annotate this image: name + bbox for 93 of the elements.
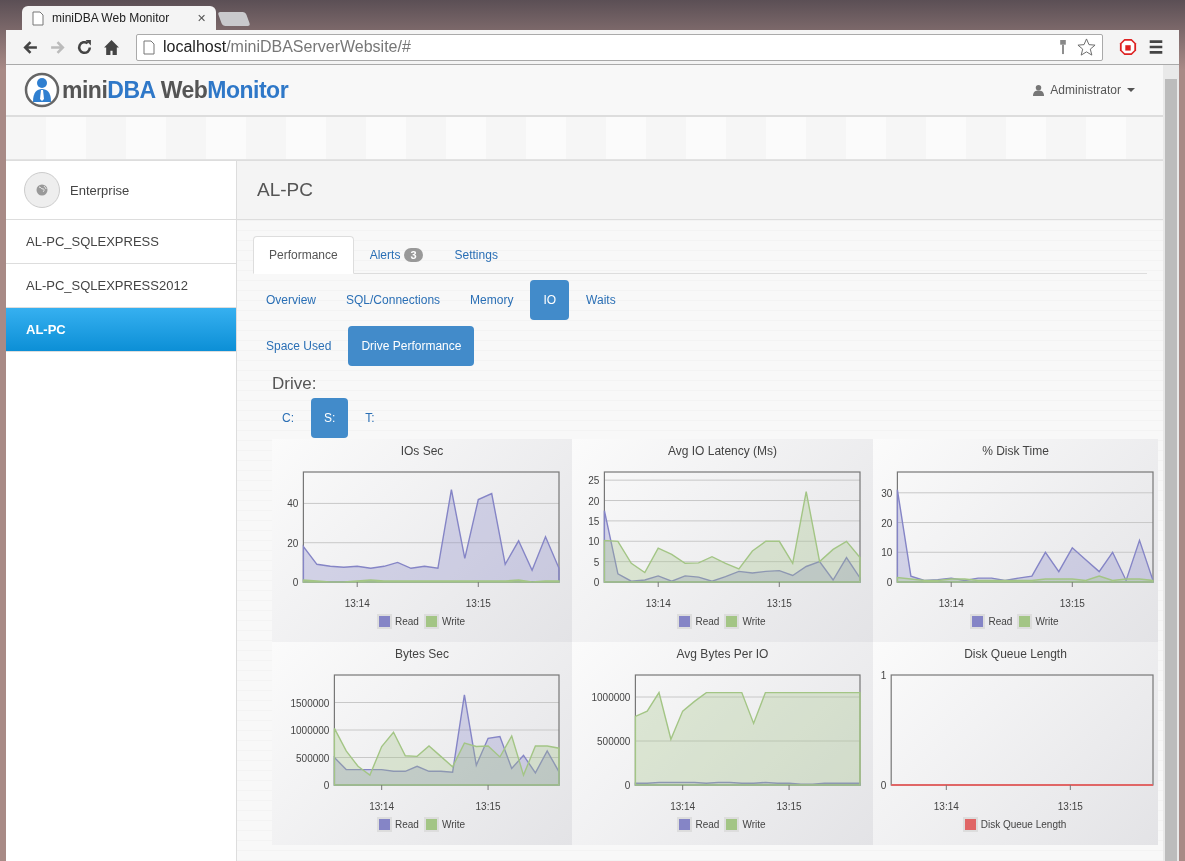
drive-label: Drive: — [272, 374, 318, 394]
x-tick-label: 13:15 — [465, 598, 491, 609]
nav-pill[interactable]: Space Used — [253, 326, 345, 366]
y-tick-label: 40 — [287, 498, 299, 510]
y-tick-label: 5 — [593, 556, 599, 568]
x-tick-label: 13:15 — [776, 801, 802, 812]
browser-tab[interactable]: miniDBA Web Monitor ✕ — [22, 6, 216, 30]
chart-title: Avg IO Latency (Ms) — [667, 444, 778, 458]
scrollbar[interactable] — [1163, 65, 1179, 861]
legend-label: Write — [441, 819, 466, 830]
y-tick-label: 15 — [587, 515, 599, 527]
chart-title: IOs Sec — [400, 444, 444, 458]
star-icon[interactable] — [1077, 37, 1096, 57]
legend-label: Read — [988, 616, 1013, 627]
x-tick-label: 13:14 — [938, 598, 964, 609]
legend-label: Disk Queue Length — [980, 819, 1067, 830]
person-logo-icon — [24, 72, 60, 108]
nav-pill[interactable]: Drive Performance — [348, 326, 475, 366]
legend-label: Write — [742, 819, 766, 830]
x-tick-label: 13:14 — [669, 801, 695, 812]
nav-pill[interactable]: SQL/Connections — [333, 280, 454, 320]
legend-label: Write — [441, 616, 466, 627]
x-tick-label: 13:14 — [933, 801, 959, 812]
y-tick-label: 1 — [880, 670, 886, 681]
x-tick-label: 13:14 — [645, 598, 671, 609]
legend-label: Read — [394, 616, 419, 627]
y-tick-label: 10 — [880, 547, 892, 559]
y-tick-label: 0 — [624, 780, 630, 791]
legend-label: Read — [695, 819, 720, 830]
chart-title: Bytes Sec — [395, 647, 449, 661]
legend-label: Write — [742, 616, 766, 627]
caret-icon — [1127, 88, 1135, 92]
nav-pill[interactable]: IO — [530, 280, 570, 320]
x-tick-label: 13:15 — [475, 801, 501, 812]
y-tick-label: 0 — [323, 780, 330, 791]
home-icon[interactable] — [103, 38, 120, 56]
chart-title: Avg Bytes Per IO — [676, 647, 769, 661]
sidebar-item-label: Enterprise — [70, 182, 130, 198]
y-tick-label: 0 — [880, 780, 886, 791]
user-icon — [1033, 84, 1045, 96]
page-icon — [32, 10, 44, 26]
user-menu[interactable]: Administrator — [1033, 83, 1135, 97]
x-tick-label: 13:15 — [766, 598, 792, 609]
x-tick-label: 13:14 — [344, 598, 370, 609]
chart-title: % Disk Time — [982, 444, 1049, 458]
scrollbar-thumb[interactable] — [1165, 79, 1177, 861]
drive-pill[interactable]: S: — [311, 398, 349, 438]
back-icon[interactable] — [22, 38, 39, 56]
tab[interactable]: Performance — [253, 236, 354, 274]
count-badge: 3 — [404, 248, 423, 262]
address-bar[interactable]: localhost/miniDBAServerWebsite/# — [136, 33, 1103, 61]
close-icon[interactable]: ✕ — [197, 11, 206, 25]
reload-icon[interactable] — [76, 38, 93, 56]
x-tick-label: 13:15 — [1059, 598, 1085, 609]
y-tick-label: 30 — [880, 487, 892, 499]
y-tick-label: 1000000 — [290, 725, 330, 736]
drive-pill[interactable]: C: — [269, 398, 307, 438]
y-tick-label: 0 — [292, 577, 299, 588]
nav-pill[interactable]: Overview — [253, 280, 329, 320]
tab[interactable]: Settings — [438, 236, 514, 274]
legend-label: Write — [1035, 616, 1059, 627]
sidebar-item[interactable]: Enterprise — [6, 161, 236, 220]
y-tick-label: 20 — [287, 537, 299, 549]
legend-label: Read — [394, 819, 419, 830]
sidebar-item[interactable]: AL-PC — [6, 308, 236, 352]
y-tick-label: 0 — [886, 577, 892, 588]
chart-title: Disk Queue Length — [964, 647, 1067, 661]
sidebar-item[interactable]: AL-PC_SQLEXPRESS — [6, 220, 236, 264]
key-icon[interactable] — [1057, 39, 1069, 55]
y-tick-label: 500000 — [596, 736, 630, 747]
page-title: AL-PC — [237, 161, 1163, 220]
y-tick-label: 20 — [587, 495, 599, 507]
tab[interactable]: Alerts 3 — [353, 236, 439, 274]
legend-label: Read — [695, 616, 720, 627]
y-tick-label: 10 — [587, 536, 599, 548]
new-tab-button[interactable] — [217, 12, 251, 26]
y-tick-label: 0 — [593, 577, 599, 588]
address-text: localhost/miniDBAServerWebsite/# — [163, 38, 411, 56]
tab-title: miniDBA Web Monitor — [52, 11, 171, 25]
y-tick-label: 500000 — [296, 752, 330, 764]
logo-text: miniDBA WebMonitor — [62, 76, 289, 104]
drive-pill[interactable]: T: — [352, 398, 388, 438]
y-tick-label: 1500000 — [290, 697, 330, 709]
page-icon — [143, 39, 155, 55]
y-tick-label: 1000000 — [590, 692, 630, 703]
nav-pill[interactable]: Memory — [457, 280, 527, 320]
y-tick-label: 20 — [880, 517, 892, 529]
globe-icon — [24, 172, 60, 208]
x-tick-label: 13:14 — [369, 801, 395, 812]
menu-icon[interactable] — [1147, 38, 1165, 56]
y-tick-label: 25 — [587, 475, 599, 487]
nav-pill[interactable]: Waits — [573, 280, 629, 320]
x-tick-label: 13:15 — [1057, 801, 1083, 812]
